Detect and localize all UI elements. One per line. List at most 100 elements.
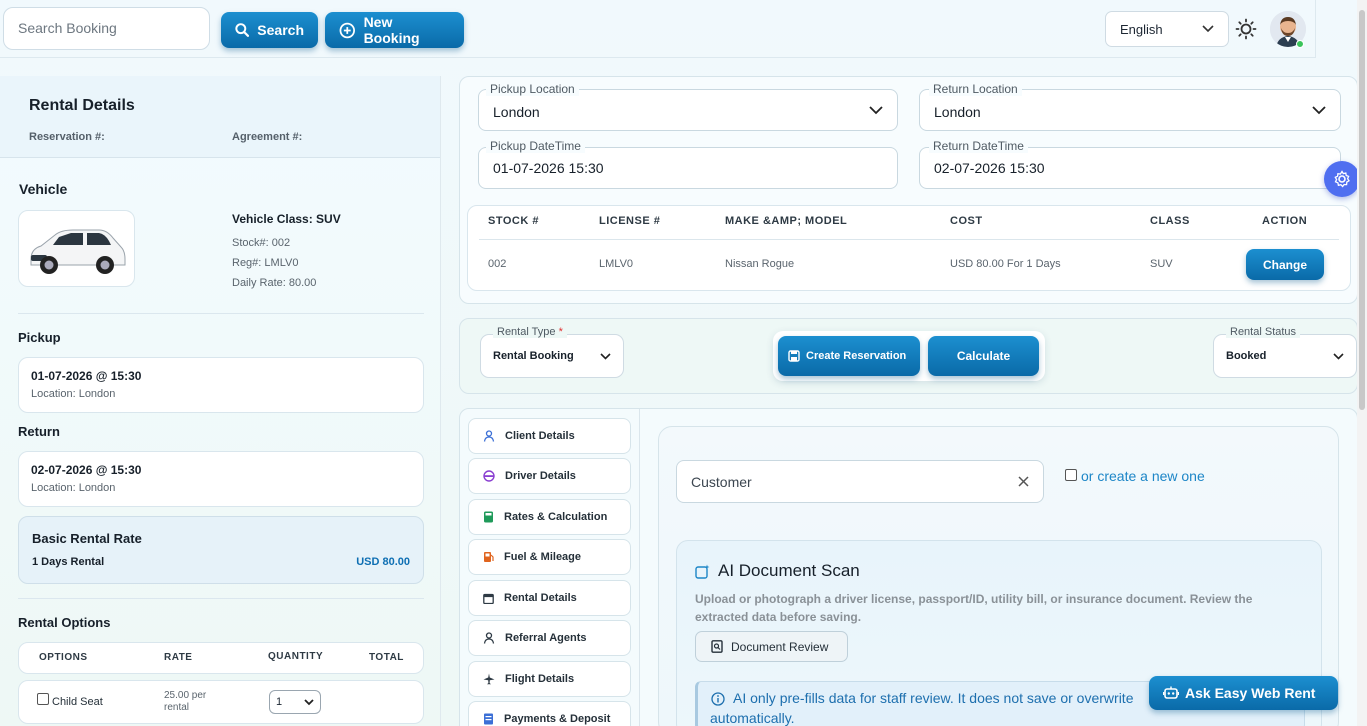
chevron-down-icon bbox=[1202, 25, 1214, 33]
search-button-label: Search bbox=[257, 22, 304, 38]
divider bbox=[18, 598, 424, 599]
return-location-label: Return Location bbox=[929, 82, 1022, 96]
agreement-number-label: Agreement #: bbox=[232, 131, 303, 143]
ask-easy-web-rent-button[interactable]: Ask Easy Web Rent bbox=[1149, 676, 1338, 710]
scrollbar-thumb[interactable] bbox=[1359, 10, 1365, 410]
tab-rental-details[interactable]: Rental Details bbox=[468, 580, 631, 616]
return-location-value: London bbox=[934, 104, 981, 120]
tab-flight-details[interactable]: Flight Details bbox=[468, 661, 631, 697]
theme-toggle-sun-icon[interactable] bbox=[1235, 18, 1257, 40]
create-new-customer-link[interactable]: or create a new one bbox=[1081, 468, 1205, 484]
quantity-select[interactable]: 1 bbox=[269, 690, 321, 714]
rental-status-select[interactable]: Booked bbox=[1213, 334, 1357, 378]
option-rate: 25.00 per rental bbox=[164, 690, 207, 713]
calculate-button[interactable]: Calculate bbox=[928, 336, 1039, 376]
tab-driver-details[interactable]: Driver Details bbox=[468, 458, 631, 494]
pickup-datetime-label: Pickup DateTime bbox=[486, 139, 585, 153]
rental-duration: 1 Days Rental bbox=[32, 556, 105, 568]
tab-client-details[interactable]: Client Details bbox=[468, 418, 631, 454]
return-datetime-label: Return DateTime bbox=[929, 139, 1028, 153]
change-vehicle-button[interactable]: Change bbox=[1246, 249, 1324, 280]
new-booking-label: New Booking bbox=[363, 14, 420, 46]
ai-sparkle-icon bbox=[695, 564, 710, 579]
divider bbox=[18, 313, 424, 314]
rental-amount: USD 80.00 bbox=[356, 556, 410, 568]
col-cost: COST bbox=[950, 215, 983, 227]
tab-label: Payments & Deposit bbox=[504, 713, 611, 725]
return-datetime-value: 02-07-2026 15:30 bbox=[934, 160, 1045, 176]
tab-fuel-mileage[interactable]: Fuel & Mileage bbox=[468, 539, 631, 575]
vehicle-image bbox=[18, 210, 135, 287]
table-divider bbox=[479, 239, 1339, 240]
chevron-down-icon bbox=[1312, 105, 1326, 114]
col-action: ACTION bbox=[1262, 215, 1308, 227]
options-col-quantity: QUANTITY bbox=[268, 651, 324, 662]
quantity-value: 1 bbox=[276, 696, 283, 708]
customer-search-input[interactable]: Customer bbox=[676, 460, 1044, 503]
calculate-label: Calculate bbox=[956, 349, 1011, 363]
options-col-total: TOTAL bbox=[369, 652, 404, 663]
document-review-button[interactable]: Document Review bbox=[695, 631, 848, 662]
chevron-down-icon bbox=[304, 698, 314, 705]
search-icon bbox=[235, 23, 250, 37]
pickup-datetime: 01-07-2026 @ 15:30 bbox=[31, 369, 142, 383]
tab-label: Driver Details bbox=[505, 470, 576, 482]
rental-type-label-text: Rental Type bbox=[497, 326, 556, 338]
vehicle-daily-rate: Daily Rate: 80.00 bbox=[232, 277, 317, 289]
row-license: LMLV0 bbox=[599, 258, 634, 270]
basic-rate-card bbox=[18, 516, 424, 584]
robot-icon bbox=[1163, 686, 1179, 699]
language-select[interactable]: English bbox=[1105, 11, 1229, 47]
tab-label: Rates & Calculation bbox=[504, 511, 608, 523]
rental-details-header bbox=[0, 76, 440, 158]
ai-notice-line2: automatically. bbox=[710, 710, 795, 726]
rental-type-select[interactable]: Rental Booking bbox=[480, 334, 624, 378]
document-icon bbox=[711, 640, 723, 653]
vehicle-title: Vehicle bbox=[19, 181, 68, 197]
search-button[interactable]: Search bbox=[221, 12, 318, 48]
basic-rate-title: Basic Rental Rate bbox=[32, 531, 142, 546]
tab-rates-calculation[interactable]: Rates & Calculation bbox=[468, 499, 631, 535]
options-col-rate: RATE bbox=[164, 652, 193, 663]
tab-payments-deposit[interactable]: Payments & Deposit bbox=[468, 701, 631, 726]
reservation-number-label: Reservation #: bbox=[29, 131, 105, 143]
pickup-datetime-value: 01-07-2026 15:30 bbox=[493, 160, 604, 176]
vehicle-class: Vehicle Class: SUV bbox=[232, 212, 341, 226]
rental-type-value: Rental Booking bbox=[493, 350, 574, 362]
child-seat-checkbox[interactable] bbox=[37, 693, 49, 705]
pickup-location-label: Pickup Location bbox=[486, 82, 579, 96]
col-class: CLASS bbox=[1150, 215, 1190, 227]
create-reservation-button[interactable]: Create Reservation bbox=[778, 336, 920, 376]
plus-circle-icon bbox=[339, 22, 355, 38]
user-icon bbox=[483, 430, 495, 442]
tab-referral-agents[interactable]: Referral Agents bbox=[468, 620, 631, 656]
rental-status-label: Rental Status bbox=[1226, 326, 1301, 338]
tab-label: Rental Details bbox=[504, 592, 577, 604]
col-stock: STOCK # bbox=[488, 215, 539, 227]
pickup-title: Pickup bbox=[18, 330, 61, 345]
search-booking-input[interactable]: Search Booking bbox=[3, 7, 210, 50]
vehicle-stock: Stock#: 002 bbox=[232, 237, 291, 249]
create-new-checkbox[interactable] bbox=[1065, 469, 1077, 481]
info-icon bbox=[711, 692, 725, 706]
online-status-dot bbox=[1296, 40, 1304, 48]
return-datetime-input[interactable]: 02-07-2026 15:30 bbox=[919, 147, 1341, 189]
clear-close-icon[interactable] bbox=[1018, 476, 1029, 487]
new-booking-button[interactable]: New Booking bbox=[325, 12, 464, 48]
document-review-label: Document Review bbox=[731, 639, 829, 654]
calculator-icon bbox=[484, 511, 493, 523]
save-icon bbox=[788, 350, 800, 362]
ai-notice-line1: AI only pre-fills data for staff review.… bbox=[733, 690, 1134, 706]
rental-options-title: Rental Options bbox=[18, 615, 111, 630]
settings-gear-icon[interactable] bbox=[1324, 161, 1360, 197]
pickup-datetime-input[interactable]: 01-07-2026 15:30 bbox=[478, 147, 898, 189]
options-col-options: OPTIONS bbox=[39, 652, 88, 663]
change-label: Change bbox=[1262, 257, 1307, 272]
payment-icon bbox=[484, 713, 493, 725]
pickup-location: Location: London bbox=[31, 388, 116, 400]
tab-label: Referral Agents bbox=[505, 632, 587, 644]
option-name: Child Seat bbox=[52, 696, 103, 708]
agent-icon bbox=[483, 632, 495, 644]
tab-divider bbox=[639, 409, 640, 726]
row-class: SUV bbox=[1150, 258, 1173, 270]
